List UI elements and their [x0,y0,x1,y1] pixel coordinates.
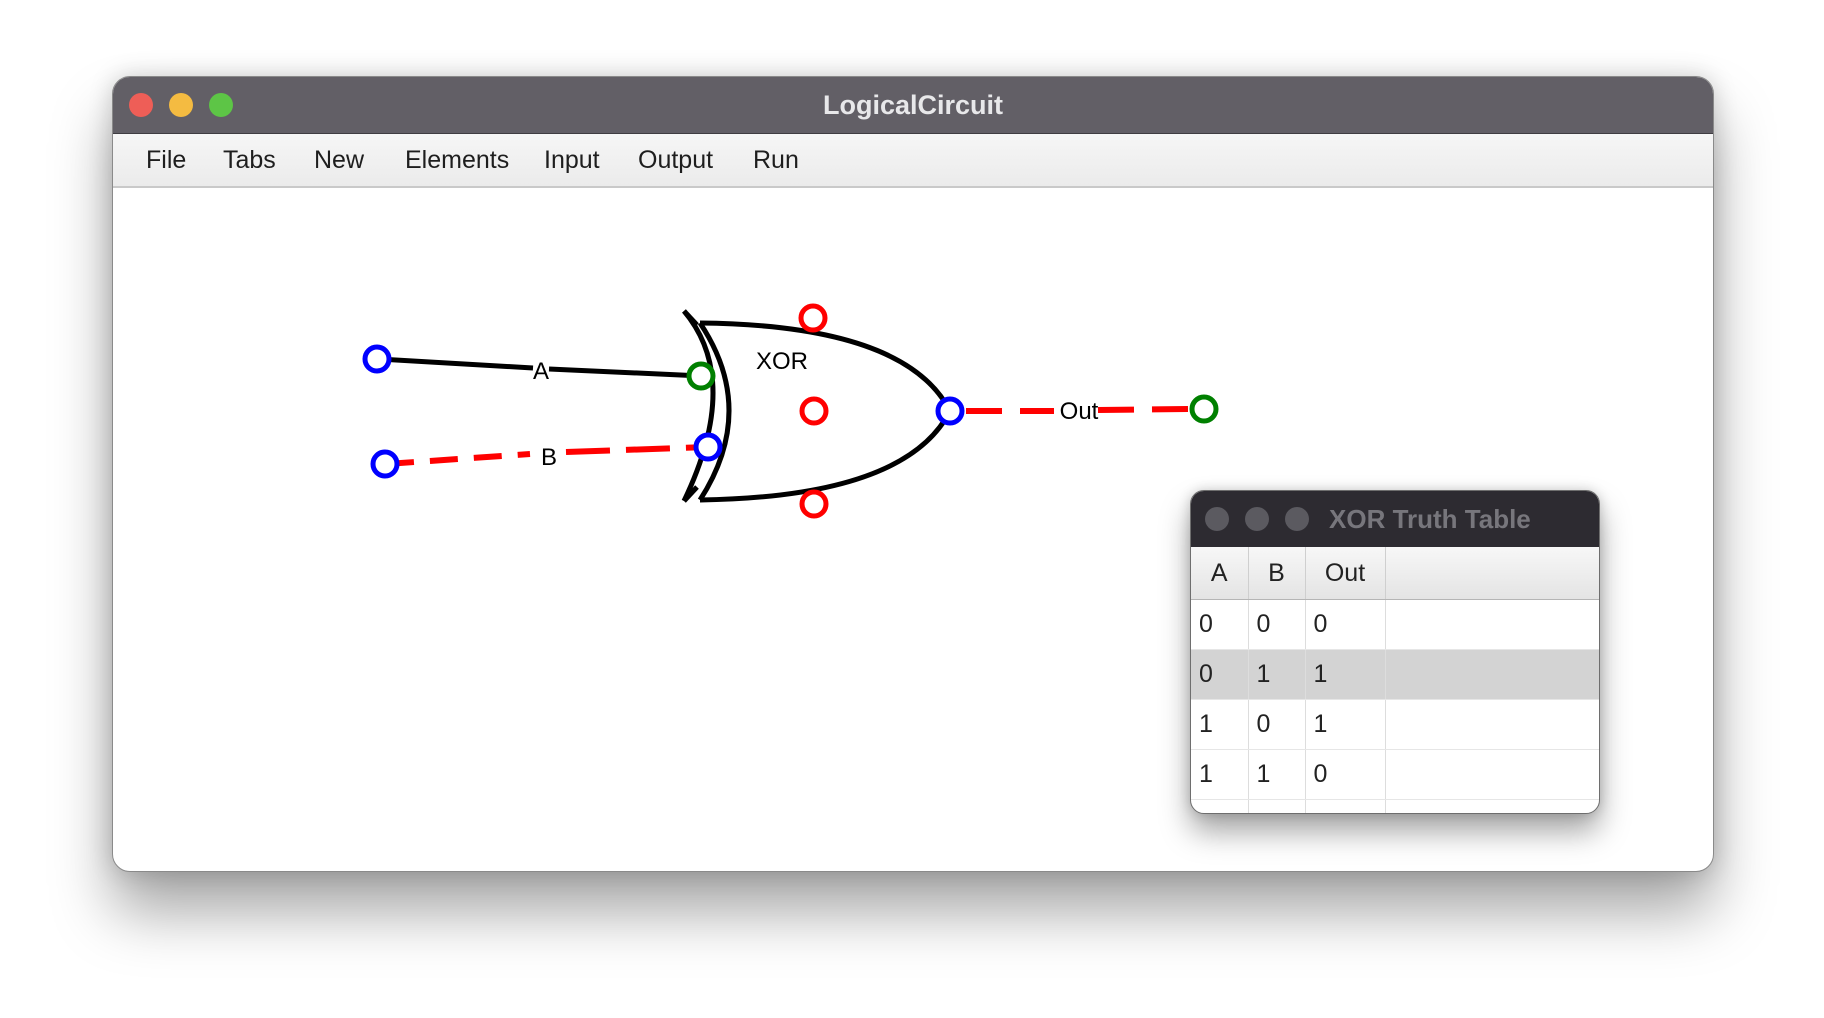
wire-a[interactable]: A [377,356,703,385]
table-row[interactable]: 0 1 1 [1191,649,1599,700]
table-cell: 0 [1248,699,1306,750]
table-cell-empty [1385,699,1599,750]
input-b-source-pin[interactable] [370,449,400,479]
truth-table-title-bar[interactable]: XOR Truth Table [1191,491,1599,547]
wire-b[interactable]: B [385,444,709,471]
column-header-empty [1385,547,1599,600]
table-cell: 0 [1248,599,1306,650]
wire-a-label: A [533,358,549,385]
gate-top-handle[interactable] [798,303,828,333]
truth-table-title: XOR Truth Table [1329,504,1531,534]
table-header-row: A B Out [1191,547,1599,600]
table-row[interactable]: 1 0 1 [1191,699,1599,750]
table-row[interactable]: 1 1 0 [1191,749,1599,800]
truth-table-window: XOR Truth Table A B Out 0 0 0 0 1 1 1 0 … [1190,490,1600,814]
gate-input-b-pin[interactable] [693,432,723,462]
wire-out[interactable]: Out [966,398,1191,425]
wire-b-label: B [541,444,557,471]
table-cell-empty [1385,599,1599,650]
table-cell-empty [1385,649,1599,700]
table-cell: 0 [1305,749,1386,800]
table-cell-empty [1385,749,1599,800]
gate-input-a-pin[interactable] [686,361,716,391]
gate-output-pin[interactable] [935,396,965,426]
table-cell: 1 [1248,649,1306,700]
table-cell: 0 [1191,599,1249,650]
gate-label: XOR [756,348,808,375]
truth-table-zoom-button[interactable] [1285,507,1309,531]
truth-table-close-button[interactable] [1205,507,1229,531]
table-cell: 1 [1191,699,1249,750]
table-cell: 1 [1305,699,1386,750]
truth-table: A B Out 0 0 0 0 1 1 1 0 1 1 1 0 [1191,547,1599,813]
table-filler-row [1191,799,1599,813]
column-header-out[interactable]: Out [1305,547,1386,600]
table-cell: 1 [1305,649,1386,700]
table-row[interactable]: 0 0 0 [1191,599,1599,650]
truth-table-minimize-button[interactable] [1245,507,1269,531]
input-a-source-pin[interactable] [362,344,392,374]
wire-out-label: Out [1060,398,1099,425]
table-cell: 1 [1248,749,1306,800]
column-header-b[interactable]: B [1248,547,1306,600]
column-header-a[interactable]: A [1191,547,1249,600]
table-cell: 0 [1305,599,1386,650]
table-cell: 1 [1191,749,1249,800]
gate-bottom-handle[interactable] [799,489,829,519]
output-sink-pin[interactable] [1189,394,1219,424]
table-cell: 0 [1191,649,1249,700]
gate-center-handle[interactable] [799,396,829,426]
